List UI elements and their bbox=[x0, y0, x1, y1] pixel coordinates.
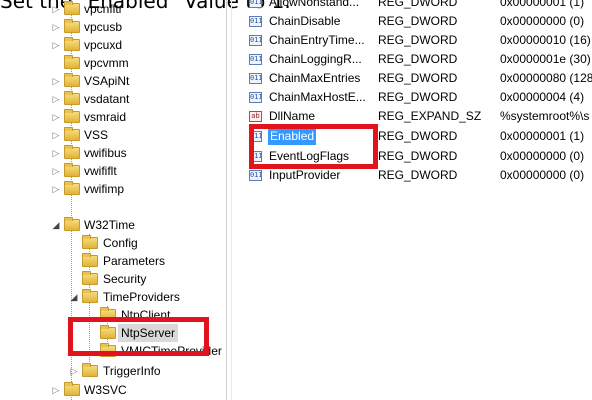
folder-icon bbox=[64, 145, 80, 159]
dword-icon: 011 bbox=[249, 35, 262, 46]
folder-icon bbox=[82, 235, 98, 249]
expand-arrow-icon[interactable]: ▷ bbox=[51, 126, 61, 144]
tree-item-label: vwififlt bbox=[84, 164, 117, 178]
folder-icon bbox=[64, 382, 80, 396]
folder-icon bbox=[64, 91, 80, 105]
value-row-chainmaxentries[interactable]: 011 ChainMaxEntries REG_DWORD 0x00000080… bbox=[232, 69, 592, 88]
value-type: REG_DWORD bbox=[378, 33, 458, 47]
dword-icon: 011 bbox=[249, 0, 262, 8]
expand-arrow-icon[interactable]: ▷ bbox=[51, 18, 61, 36]
expand-arrow-icon[interactable]: ▷ bbox=[51, 180, 61, 198]
expand-arrow-icon[interactable]: ▷ bbox=[51, 0, 61, 18]
folder-icon bbox=[82, 363, 98, 377]
value-name: ChainMaxEntries bbox=[269, 71, 361, 85]
folder-icon bbox=[82, 271, 98, 285]
value-row-chainentrytime[interactable]: 011 ChainEntryTime... REG_DWORD 0x000000… bbox=[232, 31, 592, 50]
pane-splitter[interactable] bbox=[226, 0, 227, 400]
value-type: REG_DWORD bbox=[378, 0, 458, 9]
expand-arrow-icon[interactable]: ▷ bbox=[51, 72, 61, 90]
folder-icon bbox=[64, 73, 80, 87]
tree-item-label: vpcvmm bbox=[84, 56, 129, 70]
folder-icon bbox=[64, 109, 80, 123]
tree-item-label: vpcusb bbox=[84, 20, 123, 34]
dword-icon: 011 bbox=[249, 92, 262, 103]
value-type: REG_DWORD bbox=[378, 90, 458, 104]
tree-item-label: W32Time bbox=[84, 218, 135, 232]
dword-icon: 011 bbox=[249, 16, 262, 27]
tree-item-label: vpcuxd bbox=[84, 38, 123, 52]
highlight-box-ntpserver-key bbox=[68, 317, 209, 356]
folder-icon bbox=[64, 37, 80, 51]
tree-item-label: vwifimp bbox=[84, 182, 125, 196]
value-row-chainmaxhost[interactable]: 011 ChainMaxHostE... REG_DWORD 0x0000000… bbox=[232, 88, 592, 107]
tree-item-label: Security bbox=[103, 272, 147, 286]
tree-item-label: VSApiNt bbox=[84, 74, 130, 88]
collapse-arrow-icon[interactable]: ◢ bbox=[69, 288, 79, 306]
string-icon: ab bbox=[249, 111, 262, 122]
dword-icon: 011 bbox=[249, 170, 262, 181]
highlight-box-enabled-value bbox=[249, 124, 378, 169]
value-data: 0x00000000 (0) bbox=[500, 14, 585, 28]
tree-item-label: vwifibus bbox=[84, 146, 127, 160]
value-data: 0x00000080 (128) bbox=[500, 71, 592, 85]
folder-icon bbox=[64, 163, 80, 177]
value-data: 0x00000001 (1) bbox=[500, 129, 585, 143]
value-type: REG_DWORD bbox=[378, 168, 458, 182]
value-name: ChainMaxHostE... bbox=[269, 90, 366, 104]
expand-arrow-icon[interactable]: ▷ bbox=[51, 162, 61, 180]
expand-arrow-icon[interactable]: ▷ bbox=[51, 90, 61, 108]
tree-item-label: vsdatant bbox=[84, 92, 130, 106]
tree-item-label: TimeProviders bbox=[103, 290, 180, 304]
dword-icon: 011 bbox=[249, 73, 262, 84]
value-row-allownonstandard[interactable]: 011 AllowNonstand... REG_DWORD 0x0000000… bbox=[232, 0, 592, 12]
folder-open-icon bbox=[82, 289, 98, 303]
value-name: AllowNonstand... bbox=[269, 0, 360, 9]
value-data: %systemroot%\s bbox=[500, 109, 590, 123]
folder-icon bbox=[64, 127, 80, 141]
expand-arrow-icon[interactable]: ▷ bbox=[69, 362, 79, 380]
folder-icon bbox=[64, 1, 80, 15]
value-type: REG_EXPAND_SZ bbox=[378, 109, 482, 123]
tree-item-label: vsmraid bbox=[84, 110, 127, 124]
expand-arrow-icon[interactable]: ▷ bbox=[51, 108, 61, 126]
value-data: 0x00000001 (1) bbox=[500, 0, 585, 9]
value-data: 0x00000000 (0) bbox=[500, 149, 585, 163]
tree-item-label: VSS bbox=[84, 128, 109, 142]
tree-item-label: TriggerInfo bbox=[103, 364, 161, 378]
folder-icon bbox=[82, 253, 98, 267]
value-type: REG_DWORD bbox=[378, 14, 458, 28]
tree-item-label: Config bbox=[103, 236, 138, 250]
tree-item-label: vpcnfltr bbox=[84, 2, 123, 16]
expand-arrow-icon[interactable]: ▷ bbox=[51, 144, 61, 162]
folder-icon bbox=[64, 181, 80, 195]
expand-arrow-icon[interactable]: ▷ bbox=[51, 381, 61, 399]
value-name: ChainLoggingR... bbox=[269, 52, 362, 66]
value-row-chaindisable[interactable]: 011 ChainDisable REG_DWORD 0x00000000 (0… bbox=[232, 12, 592, 31]
dword-icon: 011 bbox=[249, 54, 262, 65]
value-data: 0x00000004 (4) bbox=[500, 90, 585, 104]
tree-item-label: Parameters bbox=[103, 254, 166, 268]
value-name: ChainDisable bbox=[269, 14, 341, 28]
value-name: ChainEntryTime... bbox=[269, 33, 365, 47]
value-type: REG_DWORD bbox=[378, 129, 458, 143]
folder-icon bbox=[64, 55, 80, 69]
value-type: REG_DWORD bbox=[378, 149, 458, 163]
value-type: REG_DWORD bbox=[378, 71, 458, 85]
value-data: 0x0000001e (30) bbox=[500, 52, 591, 66]
folder-icon bbox=[64, 19, 80, 33]
tree-item-label: W3SVC bbox=[84, 383, 127, 397]
expand-arrow-icon[interactable]: ▷ bbox=[51, 36, 61, 54]
registry-values-list[interactable]: 011 AllowNonstand... REG_DWORD 0x0000000… bbox=[232, 0, 592, 400]
folder-open-icon bbox=[64, 217, 80, 231]
value-type: REG_DWORD bbox=[378, 52, 458, 66]
value-row-chainlogging[interactable]: 011 ChainLoggingR... REG_DWORD 0x0000001… bbox=[232, 50, 592, 69]
value-data: 0x00000000 (0) bbox=[500, 168, 585, 182]
value-data: 0x00000010 (16) bbox=[500, 33, 591, 47]
collapse-arrow-icon[interactable]: ◢ bbox=[51, 216, 61, 234]
